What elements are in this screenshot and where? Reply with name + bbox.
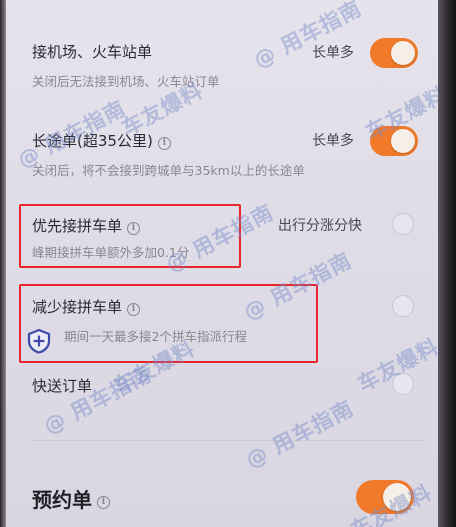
- shield-icon: [27, 328, 51, 354]
- setting-carpool-priority-desc: 峰期接拼车单额外多加0.1分: [32, 245, 190, 260]
- setting-express-title: 快送订单: [32, 377, 93, 395]
- setting-long-distance-right-label: 长单多: [312, 133, 354, 149]
- info-icon[interactable]: i: [97, 496, 110, 509]
- setting-long-distance-toggle[interactable]: [370, 126, 418, 156]
- info-icon[interactable]: i: [127, 303, 141, 316]
- info-icon[interactable]: i: [157, 137, 171, 150]
- setting-carpool-priority-title: 优先接拼车单: [32, 217, 123, 235]
- setting-reservation-toggle[interactable]: [356, 480, 414, 514]
- device-bezel-left: [0, 0, 6, 527]
- device-bezel-right: [438, 0, 456, 527]
- setting-carpool-priority-title-wrap: 优先接拼车单 i: [32, 215, 141, 236]
- watermark-text: @ 用车指南: [241, 395, 358, 473]
- watermark-text: @ 用车指南: [249, 0, 366, 73]
- toggle-knob: [383, 483, 411, 511]
- setting-express-radio[interactable]: [392, 373, 414, 395]
- toggle-knob: [391, 41, 415, 65]
- settings-screen: 接机场、火车站单 关闭后无法接到机场、火车站订单 长单多 长途单(超35公里) i…: [0, 0, 456, 527]
- setting-carpool-reduce-desc: 期间一天最多接2个拼车指派行程: [64, 329, 247, 344]
- setting-long-distance-title: 长途单(超35公里): [32, 132, 153, 150]
- setting-long-distance-desc: 关闭后，将不会接到跨城单与35km以上的长途单: [32, 163, 305, 178]
- setting-airport-desc: 关闭后无法接到机场、火车站订单: [32, 74, 220, 89]
- toggle-knob: [391, 129, 415, 153]
- info-icon[interactable]: i: [127, 222, 141, 235]
- setting-carpool-priority-right-label: 出行分涨分快: [278, 218, 362, 234]
- section-divider: [32, 440, 427, 441]
- setting-long-distance-title-wrap: 长途单(超35公里) i: [32, 130, 171, 151]
- setting-airport-toggle[interactable]: [370, 38, 418, 68]
- setting-reservation-title-wrap: 预约单 i: [32, 484, 110, 513]
- setting-reservation-title: 预约单: [32, 488, 92, 512]
- setting-carpool-priority-radio[interactable]: [392, 213, 414, 235]
- setting-airport-right-label: 长单多: [312, 45, 354, 61]
- setting-carpool-reduce-title-wrap: 减少接拼车单 i: [32, 296, 141, 317]
- setting-airport-title: 接机场、火车站单: [32, 43, 153, 61]
- setting-carpool-reduce-radio[interactable]: [392, 295, 414, 317]
- watermark-text: @ 用车指南: [39, 361, 156, 439]
- setting-carpool-reduce-title: 减少接拼车单: [32, 298, 123, 316]
